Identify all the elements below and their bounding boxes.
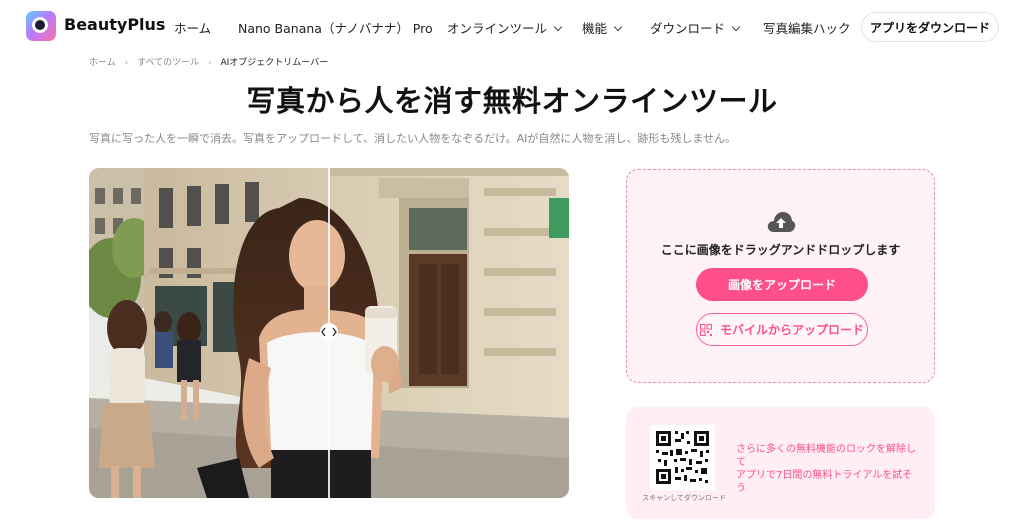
upload-from-mobile-label: モバイルからアップロード: [719, 323, 864, 337]
breadcrumb-separator: ›: [124, 58, 129, 68]
chevron-down-icon: [731, 22, 741, 32]
beautyplus-logo-icon[interactable]: [26, 11, 56, 41]
brand-name[interactable]: BeautyPlus: [64, 15, 165, 34]
upload-dropzone[interactable]: ここに画像をドラッグアンドドロップします 画像をアップロード モバイルからアップ…: [626, 169, 935, 383]
upload-from-mobile-button[interactable]: モバイルからアップロード: [696, 313, 868, 346]
nav-photo-editing-hacks[interactable]: 写真編集ハック: [763, 18, 851, 37]
cloud-upload-icon: [767, 212, 796, 232]
nav-online-tools[interactable]: オンラインツール: [447, 18, 563, 37]
nav-nano-banana-pro[interactable]: Nano Banana（ナノバナナ） Pro: [238, 18, 433, 37]
top-navigation: BeautyPlus ホーム Nano Banana（ナノバナナ） Pro オン…: [0, 0, 1024, 52]
breadcrumb-current: AIオブジェクトリムーバー: [220, 58, 329, 68]
download-app-button[interactable]: アプリをダウンロード: [861, 12, 999, 42]
chevron-down-icon: [553, 22, 563, 32]
qr-code-icon: [699, 323, 712, 336]
download-qr-code: [650, 425, 715, 490]
upload-image-button[interactable]: 画像をアップロード: [696, 268, 868, 301]
app-promo-card: スキャンしてダウンロード さらに多くの無料機能のロックを解除して アプリで7日間…: [626, 407, 935, 519]
promo-text: さらに多くの無料機能のロックを解除して アプリで7日間の無料トライアルを試そう: [736, 443, 921, 495]
nav-download[interactable]: ダウンロード: [650, 18, 741, 37]
breadcrumb-all-tools[interactable]: すべてのツール: [137, 58, 199, 68]
chevron-down-icon: [613, 22, 623, 32]
nav-home[interactable]: ホーム: [174, 18, 211, 37]
breadcrumb-separator: ›: [207, 58, 212, 68]
drop-instructions: ここに画像をドラッグアンドドロップします: [660, 243, 901, 257]
nav-features[interactable]: 機能: [582, 18, 623, 37]
before-after-preview-image: [89, 168, 569, 498]
page-title: 写真から人を消す無料オンラインツール: [246, 84, 778, 118]
breadcrumb-home[interactable]: ホーム: [89, 58, 116, 68]
promo-line-1: さらに多くの無料機能のロックを解除して: [736, 444, 916, 468]
breadcrumb: ホーム › すべてのツール › AIオブジェクトリムーバー: [89, 55, 334, 68]
promo-line-2: アプリで7日間の無料トライアルを試そう: [736, 470, 913, 494]
qr-caption: スキャンしてダウンロード: [642, 494, 726, 502]
page-subtitle: 写真に写った人を一瞬で消去。写真をアップロードして、消したい人物をなぞるだけ。A…: [89, 132, 737, 145]
